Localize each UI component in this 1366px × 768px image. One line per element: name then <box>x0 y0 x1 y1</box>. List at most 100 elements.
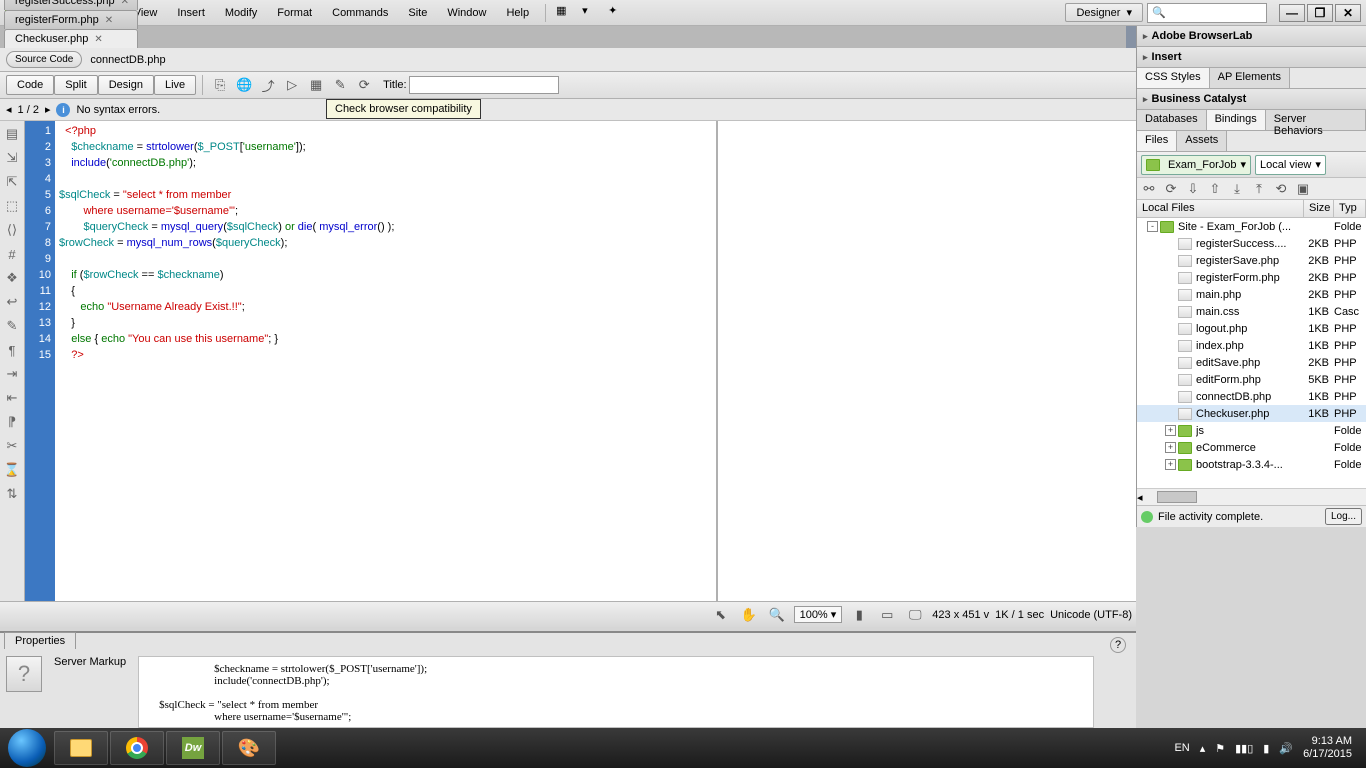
tab-ap-elements[interactable]: AP Elements <box>1210 68 1290 88</box>
menu-help[interactable]: Help <box>496 3 539 23</box>
file-tree-row[interactable]: editSave.php 2KB PHP <box>1137 354 1366 371</box>
tree-toggle-icon[interactable]: + <box>1165 459 1176 470</box>
tray-battery-icon[interactable]: ▮ <box>1263 742 1269 755</box>
view-split-button[interactable]: Split <box>54 75 97 95</box>
expand-icon[interactable]: ⇱ <box>3 173 21 191</box>
file-tree-row[interactable]: + eCommerce Folde <box>1137 439 1366 456</box>
taskbar-dreamweaver[interactable]: Dw <box>166 731 220 765</box>
refresh-icon[interactable]: ⟳ <box>1163 181 1179 197</box>
code-lines[interactable]: <?php $checkname = strtolower($_POST['us… <box>55 121 716 601</box>
col-size[interactable]: Size <box>1304 200 1334 217</box>
maximize-button[interactable]: ❐ <box>1307 4 1333 22</box>
comment-icon[interactable]: ⁋ <box>3 413 21 431</box>
tray-chevron-icon[interactable]: ▴ <box>1200 742 1206 755</box>
site-selector[interactable]: Exam_ForJob▾ <box>1141 155 1251 175</box>
extend-icon[interactable]: ✦ <box>608 4 626 22</box>
view-code-button[interactable]: Code <box>6 75 54 95</box>
file-tree-row[interactable]: registerSave.php 2KB PHP <box>1137 252 1366 269</box>
put-icon[interactable]: ⇧ <box>1207 181 1223 197</box>
validate-icon[interactable]: ✎ <box>329 75 351 95</box>
code-editor[interactable]: 123456789101112131415 <?php $checkname =… <box>25 121 716 601</box>
pointer-icon[interactable]: ⬉ <box>710 605 732 625</box>
taskbar-explorer[interactable] <box>54 731 108 765</box>
hand-icon[interactable]: ✋ <box>738 605 760 625</box>
doc-tab[interactable]: registerSuccess.php✕ <box>4 0 138 10</box>
line-numbers-icon[interactable]: # <box>3 245 21 263</box>
syntax-icon[interactable]: ✎ <box>3 317 21 335</box>
log-button[interactable]: Log... <box>1325 508 1362 525</box>
file-tree-row[interactable]: registerSuccess.... 2KB PHP <box>1137 235 1366 252</box>
tray-network-icon[interactable]: ▮▮▯ <box>1235 742 1253 755</box>
taskbar-paint[interactable]: 🎨 <box>222 731 276 765</box>
open-docs-icon[interactable]: ▤ <box>3 125 21 143</box>
file-tree-row[interactable]: connectDB.php 1KB PHP <box>1137 388 1366 405</box>
window-dimensions[interactable]: 423 x 451 v <box>932 609 989 621</box>
collapse-icon[interactable]: ⇲ <box>3 149 21 167</box>
sync-icon[interactable]: ⟲ <box>1273 181 1289 197</box>
tree-toggle-icon[interactable]: - <box>1147 221 1158 232</box>
tablet-icon[interactable]: ▭ <box>876 605 898 625</box>
minimize-button[interactable]: — <box>1279 4 1305 22</box>
select-parent-icon[interactable]: ⬚ <box>3 197 21 215</box>
related-file-link[interactable]: connectDB.php <box>90 54 165 66</box>
recent-icon[interactable]: ⌛ <box>3 461 21 479</box>
next-icon[interactable]: ▸ <box>45 103 51 116</box>
tab-close-icon[interactable]: ✕ <box>105 15 113 26</box>
taskbar-chrome[interactable] <box>110 731 164 765</box>
menu-site[interactable]: Site <box>398 3 437 23</box>
doc-tab[interactable]: registerForm.php✕ <box>4 10 138 29</box>
file-tree-row[interactable]: main.php 2KB PHP <box>1137 286 1366 303</box>
get-icon[interactable]: ⇩ <box>1185 181 1201 197</box>
start-button[interactable] <box>8 729 46 767</box>
workspace-switcher[interactable]: Designer▾ <box>1065 3 1143 22</box>
view-selector[interactable]: Local view▾ <box>1255 155 1326 175</box>
tab-databases[interactable]: Databases <box>1137 110 1207 130</box>
tab-files[interactable]: Files <box>1137 131 1177 151</box>
file-tree-row[interactable]: main.css 1KB Casc <box>1137 303 1366 320</box>
close-button[interactable]: ✕ <box>1335 4 1361 22</box>
files-hscroll[interactable]: ◂ <box>1137 488 1366 505</box>
outdent-icon[interactable]: ⇤ <box>3 389 21 407</box>
menu-window[interactable]: Window <box>437 3 496 23</box>
connect-icon[interactable]: ⚯ <box>1141 181 1157 197</box>
language-indicator[interactable]: EN <box>1174 742 1189 754</box>
file-tree-row[interactable]: index.php 1KB PHP <box>1137 337 1366 354</box>
menu-format[interactable]: Format <box>267 3 322 23</box>
tray-flag-icon[interactable]: ⚑ <box>1215 742 1225 755</box>
hidden-chars-icon[interactable]: ¶ <box>3 341 21 359</box>
phone-icon[interactable]: ▮ <box>848 605 870 625</box>
tab-css-styles[interactable]: CSS Styles <box>1137 68 1210 88</box>
title-input[interactable] <box>409 76 559 94</box>
file-tree-row[interactable]: - Site - Exam_ForJob (... Folde <box>1137 218 1366 235</box>
panel-browserlab[interactable]: ▸Adobe BrowserLab <box>1137 26 1366 47</box>
file-tree-row[interactable]: registerForm.php 2KB PHP <box>1137 269 1366 286</box>
highlight-icon[interactable]: ❖ <box>3 269 21 287</box>
checkin-icon[interactable]: ⤒ <box>1251 181 1267 197</box>
globe-icon[interactable]: 🌐 <box>233 75 255 95</box>
file-tree-row[interactable]: + bootstrap-3.3.4-... Folde <box>1137 456 1366 473</box>
menu-modify[interactable]: Modify <box>215 3 267 23</box>
checkout-icon[interactable]: ⤓ <box>1229 181 1245 197</box>
server-icon[interactable]: ⎘ <box>209 75 231 95</box>
help-icon[interactable]: ? <box>1110 637 1126 653</box>
tray-volume-icon[interactable]: 🔊 <box>1279 742 1293 755</box>
zoom-icon[interactable]: 🔍 <box>766 605 788 625</box>
expand-icon[interactable]: ▣ <box>1295 181 1311 197</box>
snippets-icon[interactable]: ✂ <box>3 437 21 455</box>
tree-toggle-icon[interactable]: + <box>1165 442 1176 453</box>
search-box[interactable]: 🔍 <box>1147 3 1267 23</box>
word-wrap-icon[interactable]: ↩ <box>3 293 21 311</box>
preview-icon[interactable]: ▷ <box>281 75 303 95</box>
file-tree-row[interactable]: Checkuser.php 1KB PHP <box>1137 405 1366 422</box>
menu-commands[interactable]: Commands <box>322 3 398 23</box>
tab-close-icon[interactable]: ✕ <box>94 34 102 45</box>
col-type[interactable]: Typ <box>1334 200 1366 217</box>
col-local-files[interactable]: Local Files <box>1137 200 1304 217</box>
check-browser-icon[interactable]: ▦ <box>305 75 327 95</box>
menu-insert[interactable]: Insert <box>167 3 215 23</box>
tab-assets[interactable]: Assets <box>1177 131 1227 151</box>
layout-icon[interactable]: ▦ <box>556 4 574 22</box>
properties-tab[interactable]: Properties <box>4 632 76 649</box>
indent-icon[interactable]: ⇥ <box>3 365 21 383</box>
tab-server-behaviors[interactable]: Server Behaviors <box>1266 110 1366 130</box>
